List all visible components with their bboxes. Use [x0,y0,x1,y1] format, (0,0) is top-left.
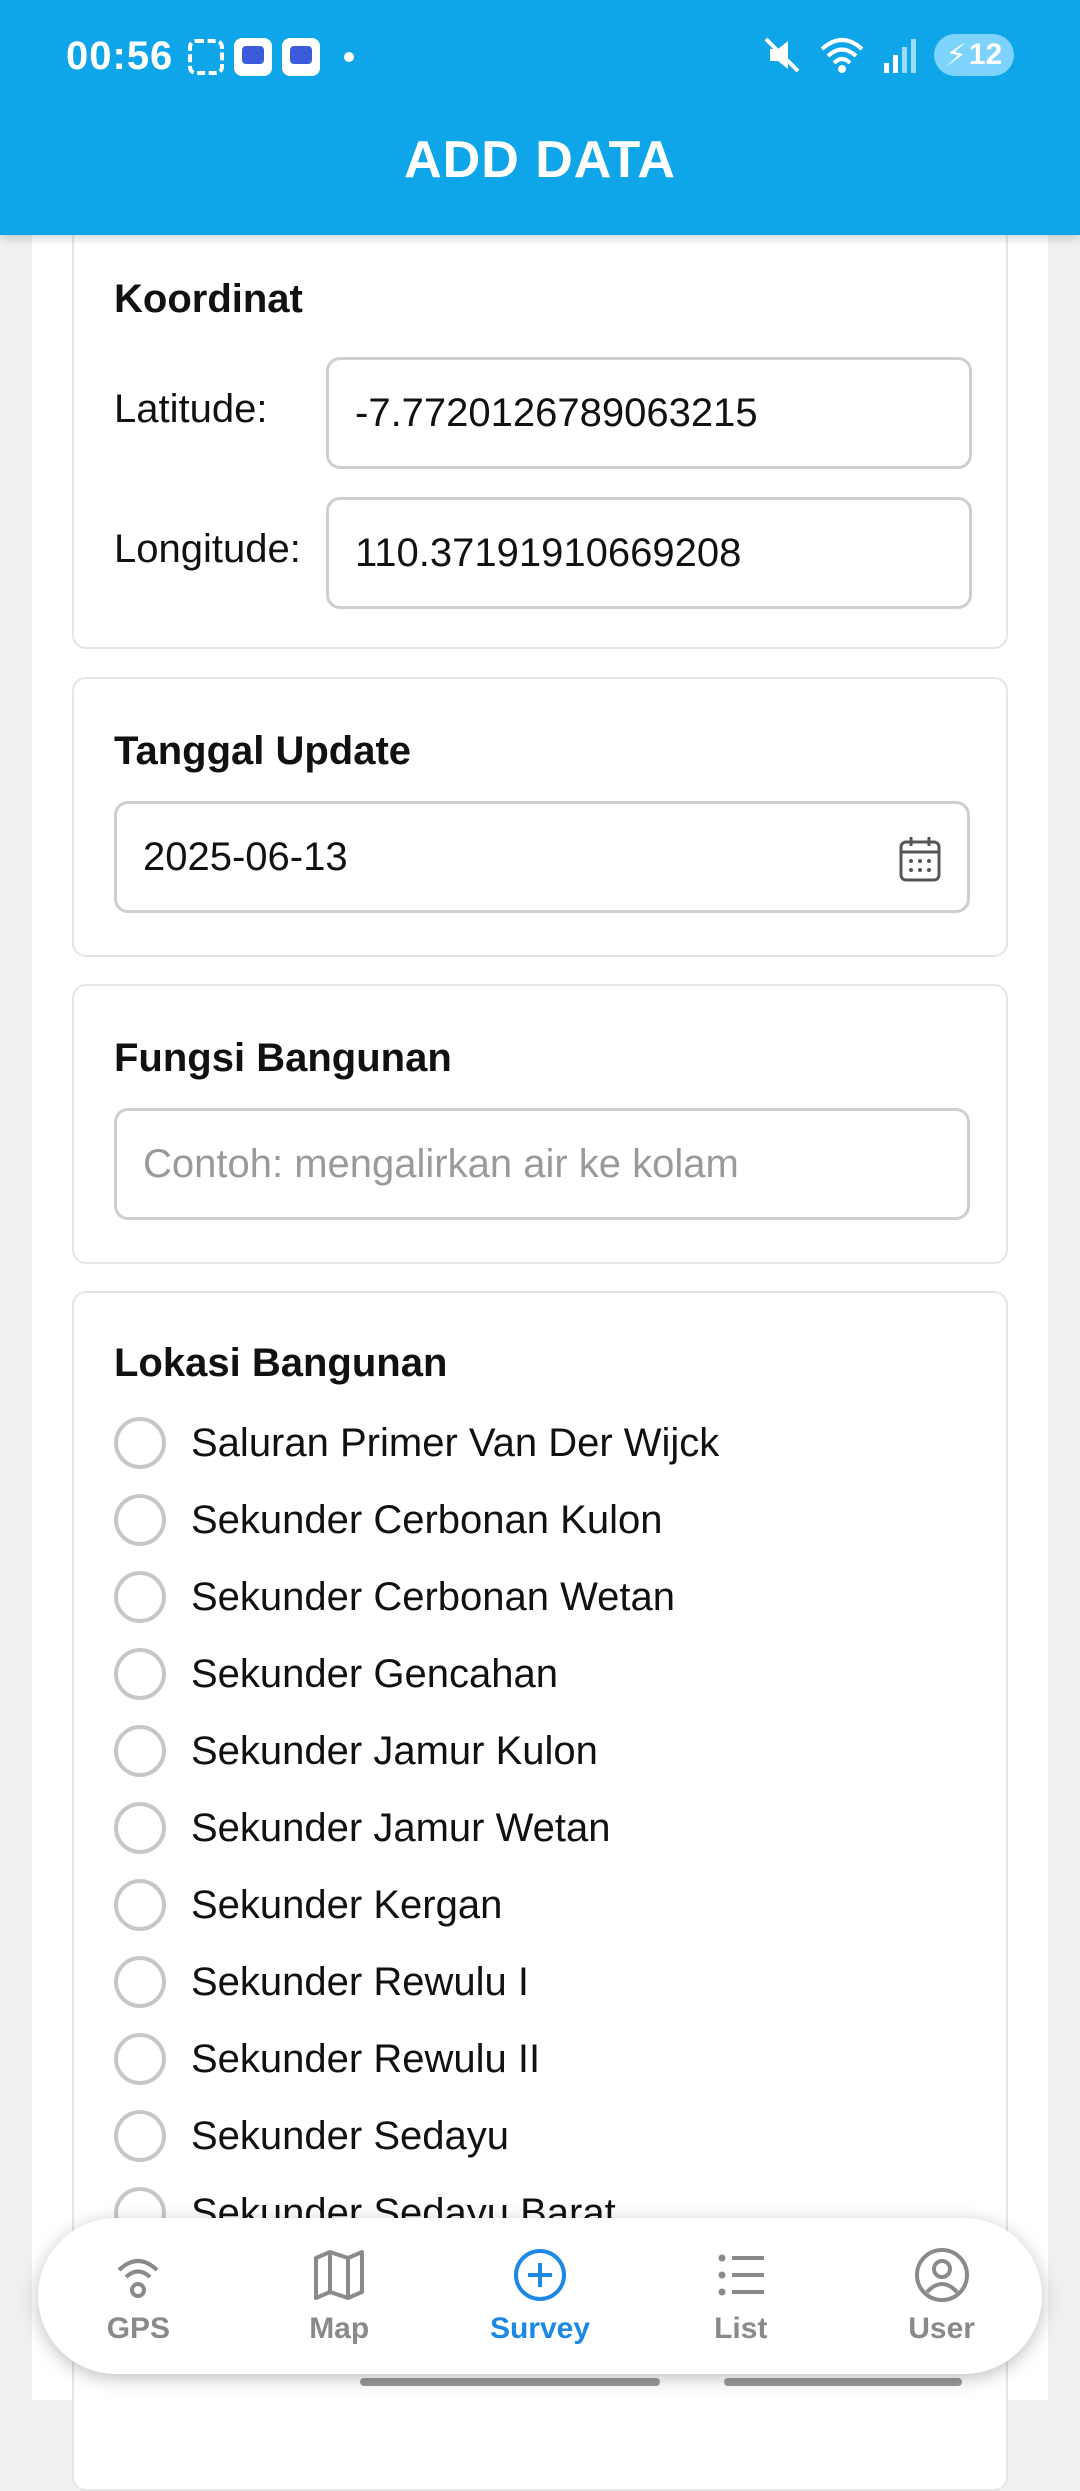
latitude-label: Latitude: [114,387,268,431]
lokasi-option[interactable]: Saluran Primer Van Der Wijck [114,1413,719,1473]
screenshot-icon [188,39,224,75]
status-time: 00:56 [66,34,174,78]
lokasi-option-label: Sekunder Kergan [191,1882,503,1927]
more-notifications-dot-icon [344,52,354,62]
lokasi-bangunan-title: Lokasi Bangunan [114,1341,448,1385]
lokasi-option-label: Sekunder Cerbonan Wetan [191,1574,676,1619]
tanggal-update-title: Tanggal Update [114,729,412,773]
radio-button[interactable] [114,2033,166,2085]
page-title: ADD DATA [404,131,676,189]
lokasi-option[interactable]: Sekunder Rewulu II [114,2029,540,2089]
bottom-navigation: GPS Map Survey List User [38,2218,1042,2374]
user-icon [914,2248,969,2302]
lokasi-option[interactable]: Sekunder Rewulu I [114,1952,529,2012]
fungsi-bangunan-card: Fungsi Bangunan Contoh: mengalirkan air … [72,984,1008,1264]
nav-map-label: Map [309,2312,370,2345]
lokasi-option[interactable]: Sekunder Cerbonan Kulon [114,1490,662,1550]
lokasi-option[interactable]: Sekunder Sedayu [114,2106,509,2166]
lokasi-option-label: Sekunder Rewulu II [191,2036,541,2081]
lokasi-option[interactable]: Sekunder Gencahan [114,1644,558,1704]
status-system-icons: ⚡ 12 [762,34,1014,76]
charging-icon: ⚡ [945,38,967,72]
lokasi-option-label: Sekunder Jamur Wetan [191,1805,611,1850]
app-header: 00:56 ⚡ 12 ADD DATA [0,0,1080,235]
fungsi-bangunan-input[interactable]: Contoh: mengalirkan air ke kolam [114,1108,970,1220]
status-bar: 00:56 ⚡ 12 [0,0,1080,120]
battery-level: 12 [968,38,1003,71]
radio-button[interactable] [114,1956,166,2008]
radio-button[interactable] [114,1802,166,1854]
nav-map[interactable]: Map [249,2246,429,2346]
nav-survey-label: Survey [489,2312,591,2345]
lokasi-option-label: Sekunder Cerbonan Kulon [191,1497,663,1542]
koordinat-card: Koordinat Latitude: -7.7720126789063215 … [72,225,1008,649]
lokasi-option-label: Sekunder Rewulu I [191,1959,529,2004]
lokasi-option[interactable]: Sekunder Jamur Wetan [114,1798,610,1858]
radio-button[interactable] [114,2110,166,2162]
nav-user-label: User [908,2312,975,2345]
radio-button[interactable] [114,1417,166,1469]
nav-gps[interactable]: GPS [48,2246,228,2346]
nav-list-label: List [714,2312,768,2345]
nav-gps-label: GPS [106,2312,171,2345]
longitude-label: Longitude: [114,527,301,571]
radio-button[interactable] [114,1571,166,1623]
partial-scroll-bar [724,2378,962,2386]
calendar-icon[interactable] [899,836,941,882]
date-value: 2025-06-13 [143,834,348,879]
tanggal-update-card: Tanggal Update 2025-06-13 [72,677,1008,957]
lokasi-option[interactable]: Sekunder Jamur Kulon [114,1721,598,1781]
signal-icon [884,39,916,73]
radio-button[interactable] [114,1494,166,1546]
radio-button[interactable] [114,1879,166,1931]
mute-icon [764,37,800,73]
radio-button[interactable] [114,1725,166,1777]
lokasi-option-label: Sekunder Gencahan [191,1651,558,1696]
nav-survey[interactable]: Survey [450,2246,630,2346]
add-circle-icon [513,2249,566,2301]
nav-user[interactable]: User [852,2246,1032,2346]
app-notification-icon [234,38,272,76]
list-icon [718,2254,764,2296]
status-notification-icons [188,38,354,76]
lokasi-option-label: Sekunder Sedayu [191,2113,510,2158]
nav-list[interactable]: List [651,2246,831,2346]
radio-button[interactable] [114,1648,166,1700]
date-input[interactable]: 2025-06-13 [114,801,970,913]
partial-scroll-bar [360,2378,660,2386]
koordinat-title: Koordinat [114,277,303,321]
wifi-icon [820,38,864,73]
gps-icon [118,2259,159,2298]
lokasi-option[interactable]: Sekunder Cerbonan Wetan [114,1567,675,1627]
battery-indicator: ⚡ 12 [934,34,1014,76]
latitude-input[interactable]: -7.7720126789063215 [326,357,972,469]
lokasi-option-label: Saluran Primer Van Der Wijck [191,1420,720,1465]
lokasi-option[interactable]: Sekunder Kergan [114,1875,502,1935]
map-icon [314,2250,365,2300]
fungsi-bangunan-title: Fungsi Bangunan [114,1036,452,1080]
form-page: Koordinat Latitude: -7.7720126789063215 … [32,225,1048,2491]
lokasi-option-label: Sekunder Jamur Kulon [191,1728,598,1773]
longitude-input[interactable]: 110.37191910669208 [326,497,972,609]
app-notification-icon [282,38,320,76]
